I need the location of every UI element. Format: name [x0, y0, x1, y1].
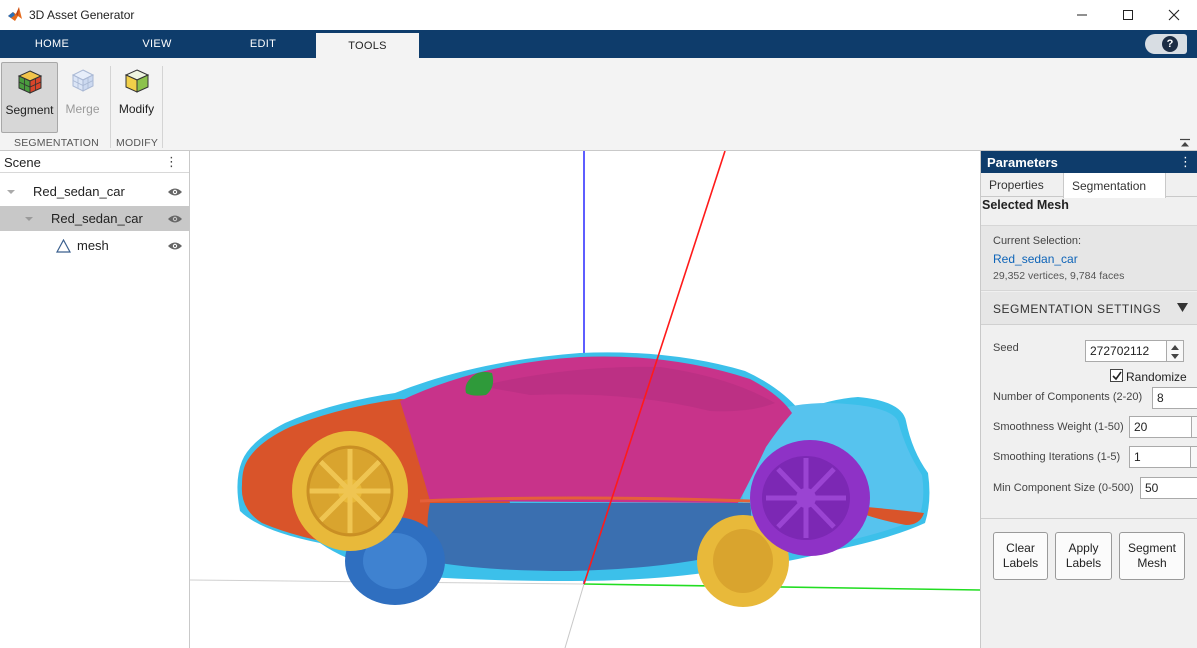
selected-mesh-heading: Selected Mesh [982, 198, 1069, 212]
parameters-panel-header: Parameters ⋮ [981, 151, 1197, 173]
tree-item-label: Red_sedan_car [33, 184, 125, 199]
caret-down-icon[interactable] [7, 188, 15, 196]
tab-home[interactable]: HOME [0, 30, 104, 58]
checkmark-icon [1112, 371, 1122, 381]
visibility-eye-icon[interactable] [167, 214, 183, 224]
segment-button[interactable]: Segment [1, 62, 58, 133]
tree-item-label: mesh [77, 238, 109, 253]
tree-item-red-sedan-car-root[interactable]: Red_sedan_car [0, 179, 189, 204]
smoothing-iterations-input[interactable] [1129, 446, 1191, 468]
current-selection-box: Current Selection: Red_sedan_car 29,352 … [981, 225, 1197, 291]
clear-labels-button[interactable]: Clear Labels [993, 532, 1048, 580]
parameters-tabs: Properties Segmentation [981, 173, 1197, 198]
rear-near-wheel [750, 440, 870, 556]
segment-mesh-button[interactable]: Segment Mesh [1119, 532, 1185, 580]
minimize-button[interactable] [1059, 0, 1105, 30]
num-components-label: Number of Components (2-20) [993, 391, 1143, 403]
tree-item-red-sedan-car-child[interactable]: Red_sedan_car [0, 206, 189, 231]
merge-button[interactable]: Merge [54, 62, 111, 133]
maximize-icon [1123, 10, 1133, 20]
min-component-size-input[interactable] [1140, 477, 1197, 499]
tab-tools[interactable]: TOOLS [316, 33, 419, 58]
tab-segmentation[interactable]: Segmentation [1063, 173, 1166, 198]
scene-panel-header: Scene ⋮ [0, 151, 189, 173]
smoothing-iterations-spinner[interactable] [1191, 446, 1197, 468]
help-button[interactable]: ? [1145, 34, 1187, 54]
group-separator [162, 66, 163, 148]
segment-button-label: Segment [5, 103, 54, 117]
car-mesh[interactable] [237, 352, 930, 607]
front-near-wheel [292, 431, 408, 551]
tree-item-label: Red_sedan_car [51, 211, 143, 226]
segment-cube-icon [17, 70, 42, 94]
segmentation-settings-header[interactable]: SEGMENTATION SETTINGS [981, 292, 1197, 325]
visibility-eye-icon[interactable] [167, 187, 183, 197]
help-icon: ? [1162, 36, 1178, 52]
mesh-triangle-icon [56, 238, 71, 253]
merge-button-label: Merge [65, 102, 100, 116]
tab-view[interactable]: VIEW [104, 30, 210, 58]
current-selection-stats: 29,352 vertices, 9,784 faces [993, 270, 1125, 282]
collapse-toolstrip-icon[interactable] [1179, 138, 1191, 148]
randomize-label: Randomize [1126, 370, 1187, 384]
collapse-caret-icon[interactable] [1177, 303, 1188, 312]
button-row-divider [981, 518, 1197, 519]
matlab-logo-icon [8, 7, 22, 21]
spinner-up-icon[interactable] [1171, 345, 1179, 350]
parameters-menu-icon[interactable]: ⋮ [1179, 155, 1192, 168]
viewport-canvas[interactable] [190, 151, 980, 648]
spinner-down-icon[interactable] [1171, 354, 1179, 359]
scene-menu-icon[interactable]: ⋮ [165, 155, 178, 168]
seed-label: Seed [993, 342, 1019, 354]
seed-spinner[interactable] [1167, 340, 1184, 362]
minimize-icon [1077, 14, 1087, 16]
tab-properties[interactable]: Properties [981, 173, 1063, 197]
smoothness-weight-spinner[interactable] [1192, 416, 1197, 438]
modify-button-label: Modify [118, 102, 155, 116]
scene-panel-title: Scene [4, 155, 41, 170]
toolstrip: Segment Merge SEGMENTATION Modify MODIFY [0, 58, 1197, 151]
seed-input[interactable] [1085, 340, 1167, 362]
smoothness-weight-label: Smoothness Weight (1-50) [993, 421, 1124, 433]
num-components-input[interactable] [1152, 387, 1197, 409]
scene-panel: Scene ⋮ Red_sedan_car Red_sedan_car mesh [0, 151, 190, 648]
apply-labels-button[interactable]: Apply Labels [1055, 532, 1112, 580]
close-button[interactable] [1151, 0, 1197, 30]
caret-down-icon[interactable] [25, 215, 33, 223]
segmentation-group-label: SEGMENTATION [14, 137, 99, 149]
3d-viewport[interactable] [190, 151, 980, 648]
visibility-eye-icon[interactable] [167, 241, 183, 251]
close-icon [1168, 9, 1180, 21]
segmentation-settings-title: SEGMENTATION SETTINGS [993, 302, 1162, 316]
parameters-panel: Parameters ⋮ Properties Segmentation Sel… [980, 151, 1197, 648]
modify-button[interactable]: Modify [108, 62, 165, 133]
maximize-button[interactable] [1105, 0, 1151, 30]
window-title: 3D Asset Generator [29, 8, 135, 22]
grid-line [564, 583, 585, 648]
modify-group-label: MODIFY [116, 137, 159, 149]
tab-edit[interactable]: EDIT [210, 30, 316, 58]
title-bar: 3D Asset Generator [0, 0, 1197, 30]
current-selection-label: Current Selection: [993, 235, 1082, 247]
modify-cube-icon [124, 69, 149, 93]
min-component-size-label: Min Component Size (0-500) [993, 482, 1134, 494]
ribbon-tab-strip: HOME VIEW EDIT TOOLS ? [0, 30, 1197, 58]
current-selection-name: Red_sedan_car [993, 252, 1078, 266]
merge-cube-icon [71, 69, 94, 92]
smoothing-iterations-label: Smoothing Iterations (1-5) [993, 451, 1121, 463]
randomize-checkbox[interactable] [1110, 369, 1123, 382]
smoothness-weight-input[interactable] [1129, 416, 1192, 438]
parameters-panel-title: Parameters [987, 155, 1058, 170]
tree-item-mesh[interactable]: mesh [0, 233, 189, 258]
